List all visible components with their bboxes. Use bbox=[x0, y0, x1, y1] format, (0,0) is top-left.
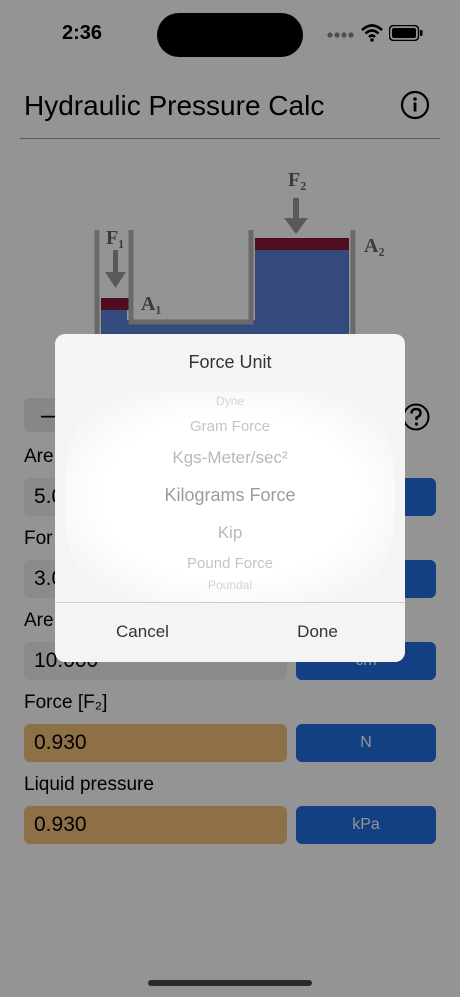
picker-option[interactable]: Pound Force bbox=[65, 555, 395, 572]
done-button[interactable]: Done bbox=[270, 622, 365, 642]
home-indicator[interactable] bbox=[148, 980, 312, 986]
picker-option[interactable]: Dyne bbox=[65, 394, 395, 408]
picker-option-selected[interactable]: Kilograms Force bbox=[65, 485, 395, 506]
picker-option[interactable]: Poundal bbox=[65, 578, 395, 592]
picker-option[interactable]: Gram Force bbox=[65, 418, 395, 435]
picker-option[interactable]: Kgs-Meter/sec² bbox=[65, 448, 395, 468]
unit-picker[interactable]: Dyne Gram Force Kgs-Meter/sec² Kilograms… bbox=[65, 392, 395, 602]
modal-divider bbox=[55, 602, 405, 603]
picker-option[interactable]: Kip bbox=[65, 523, 395, 543]
modal-title: Force Unit bbox=[188, 352, 272, 372]
force-unit-modal: Force Unit Dyne Gram Force Kgs-Meter/sec… bbox=[55, 334, 405, 662]
cancel-button[interactable]: Cancel bbox=[95, 622, 190, 642]
